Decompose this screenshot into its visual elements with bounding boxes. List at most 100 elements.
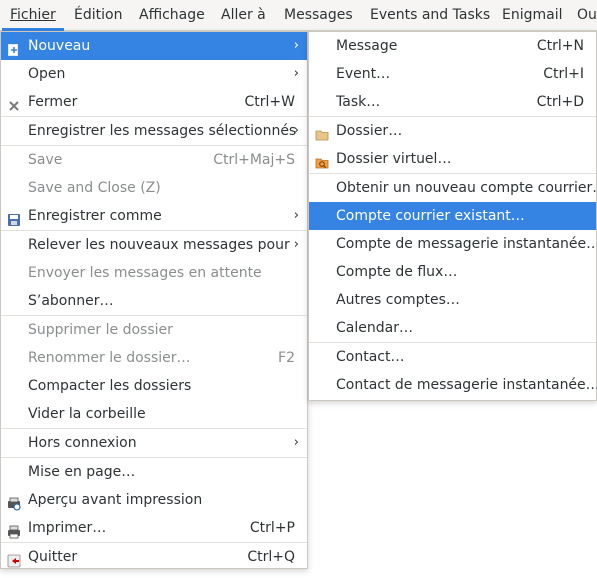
new-submenu-item-task[interactable]: Task… Ctrl+D [309,88,596,116]
menu-outils-label: Ou [577,7,597,23]
new-submenu: Message Ctrl+N Event… Ctrl+I Task… Ctrl+… [308,31,597,401]
printer-icon [7,521,21,539]
file-menu-item-label: Enregistrer comme [28,208,162,224]
virtual-folder-icon [315,152,329,169]
new-submenu-item-obtenir-compte[interactable]: Obtenir un nouveau compte courrier… [309,174,597,202]
new-submenu-item-label: Message [336,38,398,54]
submenu-arrow-icon: › [293,38,299,53]
menu-fichier-label: Fichier [10,7,56,23]
new-submenu-item-compte-existant[interactable]: Compte courrier existant… [309,202,596,230]
file-menu-item-label: Mise en page… [28,464,136,480]
file-menu-item-label: Open [28,66,66,82]
menubar: Fichier Édition Affichage Aller à Messag… [0,0,597,31]
file-menu-item-accel: Ctrl+W [244,94,295,110]
file-menu-item-hors-connexion[interactable]: Hors connexion › [1,429,307,457]
file-menu-item-label: Fermer [28,94,78,110]
file-menu-item-relever-messages[interactable]: Relever les nouveaux messages pour › [1,231,307,259]
file-menu-item-accel: Ctrl+P [249,520,295,536]
file-menu-item-enregistrer-messages[interactable]: Enregistrer les messages sélectionnés › [1,117,307,145]
file-menu-item-supprimer-dossier[interactable]: Supprimer le dossier [1,316,307,344]
menu-aller-a[interactable]: Aller à [213,0,274,31]
file-menu-item-label: Compacter les dossiers [28,378,192,394]
file-menu-item-label: Imprimer… [28,520,107,536]
file-menu-item-label: Renommer le dossier… [28,350,191,366]
menu-aller-a-label: Aller à [221,7,266,23]
new-submenu-item-label: Dossier… [336,123,403,139]
new-submenu-item-label: Compte courrier existant… [336,208,525,224]
submenu-arrow-icon: › [293,123,299,138]
new-submenu-item-label: Dossier virtuel… [336,151,452,167]
menu-edition[interactable]: Édition [66,0,130,31]
new-submenu-item-contact[interactable]: Contact… [309,343,596,371]
file-menu-item-renommer-dossier[interactable]: Renommer le dossier… F2 [1,344,307,372]
file-menu-item-label: Hors connexion [28,435,137,451]
close-icon [7,95,21,111]
new-submenu-item-compte-messagerie-instantanee[interactable]: Compte de messagerie instantanée… [309,230,597,258]
new-submenu-item-label: Event… [336,66,391,82]
new-submenu-item-label: Contact de messagerie instantanée… [336,377,597,393]
menu-affichage-label: Affichage [139,7,205,23]
file-menu-item-quitter[interactable]: Quitter Ctrl+Q [1,543,307,571]
new-submenu-item-accel: Ctrl+N [536,38,584,54]
file-menu-item-compacter-dossiers[interactable]: Compacter les dossiers [1,372,307,400]
file-menu-item-accel: Ctrl+Maj+S [213,152,295,168]
folder-icon [315,124,329,141]
menu-messages[interactable]: Messages [276,0,361,31]
submenu-arrow-icon: › [293,237,299,252]
new-submenu-item-dossier-virtuel[interactable]: Dossier virtuel… [309,145,596,173]
new-submenu-item-compte-flux[interactable]: Compte de flux… [309,258,596,286]
file-menu-item-open[interactable]: Open › [1,60,307,88]
file-menu-item-label: Supprimer le dossier [28,322,173,338]
file-menu-item-mise-en-page[interactable]: Mise en page… [1,458,307,486]
new-submenu-item-autres-comptes[interactable]: Autres comptes… [309,286,596,314]
file-menu-item-label: Envoyer les messages en attente [28,265,262,281]
submenu-arrow-icon: › [293,435,299,450]
menu-enigmail-label: Enigmail [502,7,563,23]
file-menu-item-accel: Ctrl+Q [247,549,295,565]
new-submenu-item-label: Compte de flux… [336,264,458,280]
new-submenu-item-label: Contact… [336,349,405,365]
file-menu-item-apercu-impression[interactable]: Aperçu avant impression [1,486,307,514]
menu-messages-label: Messages [284,7,353,23]
file-menu-item-fermer[interactable]: Fermer Ctrl+W [1,88,307,116]
new-submenu-item-event[interactable]: Event… Ctrl+I [309,60,596,88]
new-submenu-item-contact-messagerie-instantanee[interactable]: Contact de messagerie instantanée… [309,371,597,399]
save-as-icon [7,209,21,226]
menu-enigmail[interactable]: Enigmail [494,0,571,31]
file-menu-item-label: S’abonner… [28,293,114,309]
quit-icon [7,550,21,568]
file-menu: Nouveau › Open › Fermer Ctrl+W Enregistr… [0,31,308,569]
file-menu-item-label: Quitter [28,549,78,565]
file-menu-item-sabonner[interactable]: S’abonner… [1,287,307,315]
file-menu-item-label: Nouveau [28,38,91,54]
file-menu-item-imprimer[interactable]: Imprimer… Ctrl+P [1,514,307,542]
file-menu-item-label: Save [28,152,63,168]
menu-edition-label: Édition [74,7,123,23]
menu-affichage[interactable]: Affichage [131,0,213,31]
submenu-arrow-icon: › [293,66,299,81]
file-menu-item-nouveau[interactable]: Nouveau › [1,32,307,60]
menu-outils[interactable]: Ou [569,0,597,31]
file-menu-item-label: Vider la corbeille [28,406,146,422]
new-submenu-item-message[interactable]: Message Ctrl+N [309,32,596,60]
new-document-icon [7,39,21,56]
menu-events-and-tasks[interactable]: Events and Tasks [362,0,498,31]
new-submenu-item-calendar[interactable]: Calendar… [309,314,596,342]
file-menu-item-label: Relever les nouveaux messages pour [28,237,290,253]
file-menu-item-label: Aperçu avant impression [28,492,203,508]
new-submenu-item-label: Autres comptes… [336,292,460,308]
file-menu-item-label: Save and Close (Z) [28,180,161,196]
file-menu-item-save[interactable]: Save Ctrl+Maj+S [1,146,307,174]
file-menu-item-enregistrer-comme[interactable]: Enregistrer comme › [1,202,307,230]
menu-events-and-tasks-label: Events and Tasks [370,7,491,23]
menu-fichier[interactable]: Fichier [2,0,64,31]
submenu-arrow-icon: › [293,208,299,223]
file-menu-item-vider-corbeille[interactable]: Vider la corbeille [1,400,307,428]
file-menu-item-label: Enregistrer les messages sélectionnés [28,123,297,139]
file-menu-item-envoyer-messages[interactable]: Envoyer les messages en attente [1,259,307,287]
file-menu-item-accel: F2 [278,350,295,366]
new-submenu-item-accel: Ctrl+I [543,66,584,82]
file-menu-item-save-and-close[interactable]: Save and Close (Z) [1,174,307,202]
new-submenu-item-label: Calendar… [336,320,413,336]
new-submenu-item-dossier[interactable]: Dossier… [309,117,596,145]
